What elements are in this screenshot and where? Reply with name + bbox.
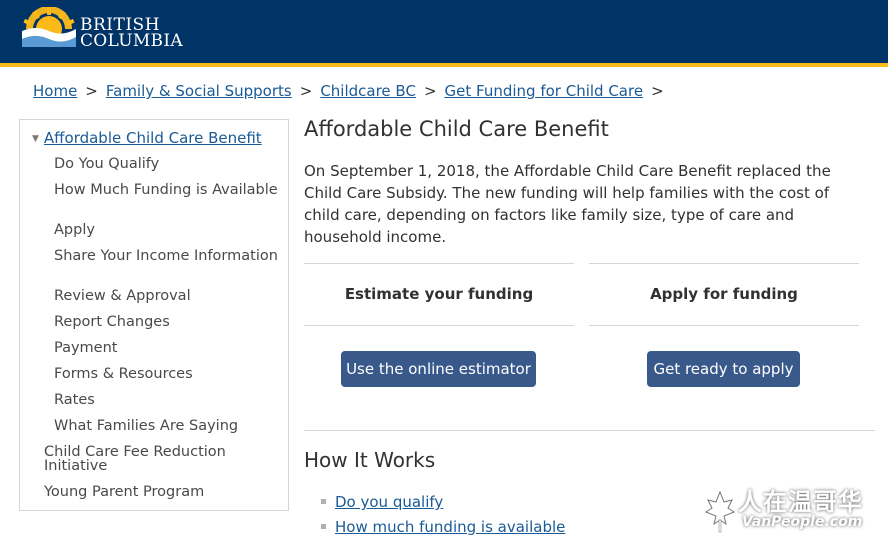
intro-paragraph: On September 1, 2018, the Affordable Chi… [304,162,831,246]
card-divider-top [304,263,574,264]
watermark-leaf-icon [704,490,736,533]
sidebar-item-report-changes[interactable]: Report Changes [54,315,279,330]
breadcrumb-get-funding[interactable]: Get Funding for Child Care [445,82,644,100]
sidebar-item-how-much-funding[interactable]: How Much Funding is Available [54,183,279,198]
sidebar-item-do-you-qualify[interactable]: Do You Qualify [54,157,279,172]
breadcrumb-childcare-bc[interactable]: Childcare BC [320,82,416,100]
caret-down-icon: ▼ [32,134,39,144]
card-title-apply: Apply for funding [650,285,798,303]
bc-logo[interactable]: BRITISH COLUMBIA [18,5,183,55]
bullet-icon [321,499,326,504]
card-divider-bottom [589,325,859,326]
sidebar-item-review-approval[interactable]: Review & Approval [54,289,279,304]
card-divider-bottom [304,325,574,326]
breadcrumb-separator: > [85,82,98,100]
sidebar-nav: ▼ Affordable Child Care Benefit Do You Qu… [19,119,289,511]
breadcrumb-separator: > [651,82,664,100]
how-item-link[interactable]: Do you qualify [335,493,443,511]
header-accent-stripe [0,63,888,67]
breadcrumb-separator: > [423,82,437,100]
watermark: 人在温哥华 VanPeople.com [700,480,888,542]
how-item-funding[interactable]: How much funding is available [321,518,565,536]
sidebar-item-current[interactable]: ▼ Affordable Child Care Benefit [32,129,262,147]
site-header: BRITISH COLUMBIA [0,0,888,63]
page-title: Affordable Child Care Benefit [304,117,609,141]
sidebar-item-payment[interactable]: Payment [54,341,279,356]
sidebar-item-young-parent[interactable]: Young Parent Program [44,485,269,500]
sidebar-item-rates[interactable]: Rates [54,393,279,408]
online-estimator-button[interactable]: Use the online estimator [341,351,536,387]
how-item-link[interactable]: How much funding is available [335,518,565,536]
sidebar-item-forms-resources[interactable]: Forms & Resources [54,367,279,382]
logo-line2: COLUMBIA [80,31,183,51]
breadcrumb-separator: > [299,82,313,100]
watermark-text: 人在温哥华 [738,488,863,516]
sidebar-item-apply[interactable]: Apply [54,223,279,238]
sidebar-item-what-families-say[interactable]: What Families Are Saying [54,419,279,434]
how-item-qualify[interactable]: Do you qualify [321,493,443,511]
sidebar-item-fee-reduction[interactable]: Child Care Fee Reduction Initiative [44,445,269,474]
section-divider [304,430,875,431]
sidebar-current-label: Affordable Child Care Benefit [43,129,262,147]
bullet-icon [321,524,326,529]
breadcrumb: Home > Family & Social Supports > Childcare … [33,82,672,100]
logo-wordmark: BRITISH COLUMBIA [80,17,183,51]
sidebar-item-share-income[interactable]: Share Your Income Information [54,249,279,264]
breadcrumb-home[interactable]: Home [33,82,77,100]
card-divider-top [589,263,859,264]
bc-sun-logo-icon [22,7,76,47]
breadcrumb-family-social-supports[interactable]: Family & Social Supports [106,82,292,100]
get-ready-to-apply-button[interactable]: Get ready to apply [647,351,800,387]
watermark-subtext: VanPeople.com [742,514,863,530]
card-title-estimate: Estimate your funding [344,285,534,303]
how-it-works-heading: How It Works [304,448,436,472]
